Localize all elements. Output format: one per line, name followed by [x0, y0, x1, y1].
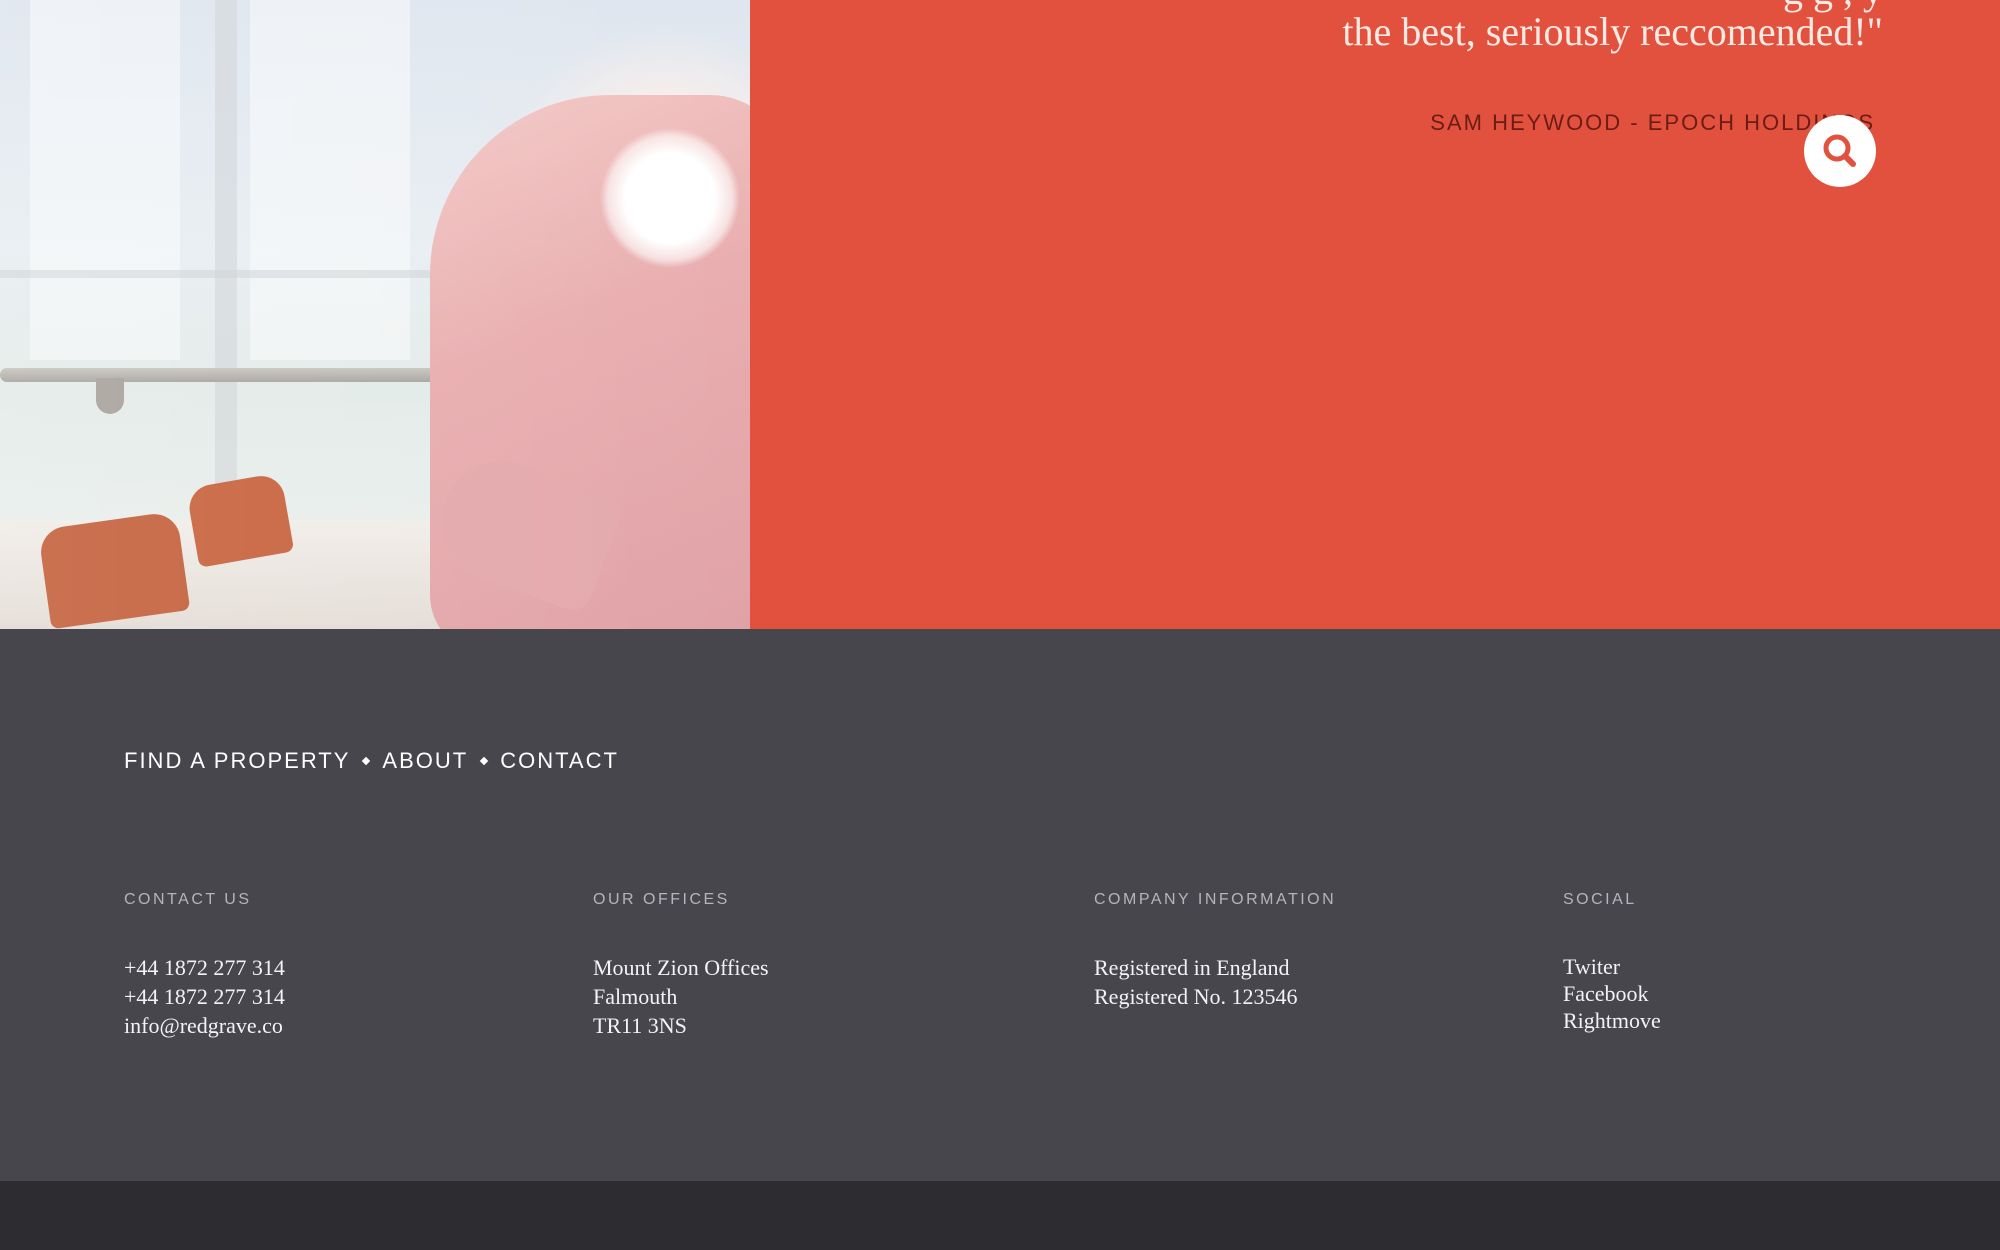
address-line: Mount Zion Offices [593, 955, 769, 980]
testimonial-quote-line: the best, seriously reccomended!" [1342, 9, 1883, 54]
footer-nav: FIND A PROPERTY ABOUT CONTACT [124, 748, 619, 774]
social-link-facebook[interactable]: Facebook [1563, 980, 1661, 1007]
company-column: COMPANY INFORMATION Registered in Englan… [1094, 891, 1336, 1011]
social-links: Twiter Facebook Rightmove [1563, 953, 1661, 1034]
social-link-twitter[interactable]: Twiter [1563, 953, 1661, 980]
social-column: SOCIAL Twiter Facebook Rightmove [1563, 891, 1661, 1034]
office-address: Mount Zion Offices Falmouth TR11 3NS [593, 953, 769, 1040]
contact-phone[interactable]: +44 1872 277 314 [124, 982, 285, 1011]
address-line: Falmouth [593, 984, 678, 1009]
social-link-rightmove[interactable]: Rightmove [1563, 1007, 1661, 1034]
nav-contact[interactable]: CONTACT [500, 748, 619, 774]
contact-heading: CONTACT US [124, 891, 252, 908]
company-details: Registered in England Registered No. 123… [1094, 953, 1336, 1011]
offices-column: OUR OFFICES Mount Zion Offices Falmouth … [593, 891, 769, 1040]
site-footer: FIND A PROPERTY ABOUT CONTACT CONTACT US… [0, 629, 2000, 1181]
nav-separator [362, 756, 371, 766]
social-heading: SOCIAL [1563, 891, 1637, 908]
offices-heading: OUR OFFICES [593, 891, 730, 908]
company-line: Registered No. 123546 [1094, 984, 1298, 1009]
bottom-bar [0, 1181, 2000, 1250]
search-icon [1823, 134, 1856, 167]
contact-column: CONTACT US +44 1872 277 314 +44 1872 277… [124, 891, 285, 1040]
address-line: TR11 3NS [593, 1013, 687, 1038]
hero-section: g g , y the best, seriously reccomended!… [0, 0, 2000, 629]
office-photo [0, 0, 750, 629]
photo-haze [0, 0, 750, 629]
contact-details: +44 1872 277 314 +44 1872 277 314 info@r… [124, 953, 285, 1040]
nav-separator [479, 756, 489, 766]
search-button[interactable] [1804, 115, 1876, 187]
contact-phone[interactable]: +44 1872 277 314 [124, 953, 285, 982]
company-line: Registered in England [1094, 955, 1290, 980]
nav-find-property[interactable]: FIND A PROPERTY [124, 748, 350, 774]
testimonial-panel: g g , y the best, seriously reccomended!… [750, 0, 2000, 629]
contact-email[interactable]: info@redgrave.co [124, 1011, 285, 1040]
nav-about[interactable]: ABOUT [382, 748, 468, 774]
company-heading: COMPANY INFORMATION [1094, 891, 1337, 908]
